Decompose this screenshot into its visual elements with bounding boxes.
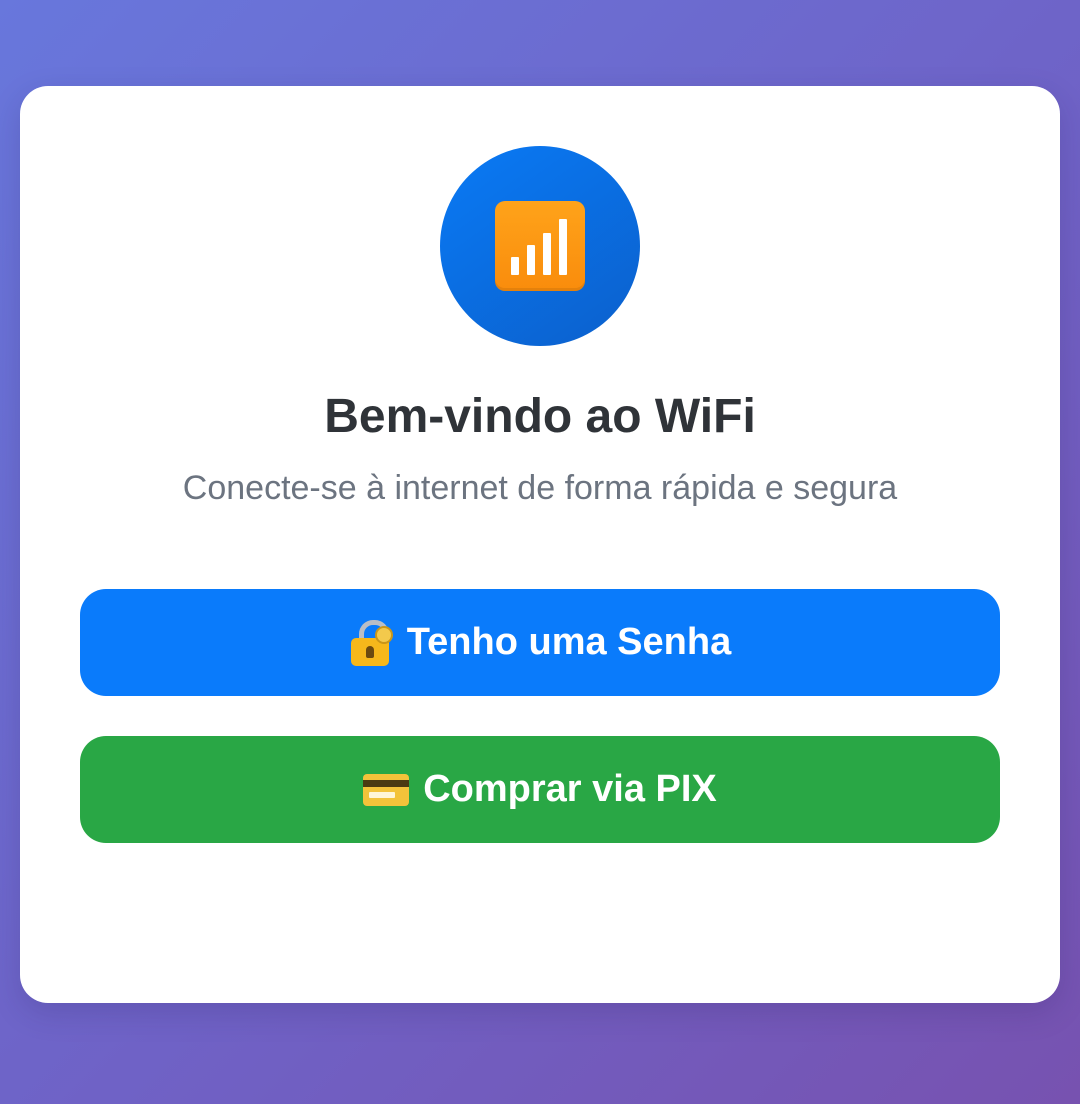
page-subtitle: Conecte-se à internet de forma rápida e … <box>182 469 898 507</box>
signal-bar <box>511 257 519 275</box>
buy-pix-button-label: Comprar via PIX <box>423 768 717 810</box>
page-title: Bem-vindo ao WiFi <box>324 390 756 443</box>
signal-bar <box>527 245 535 275</box>
buy-pix-button[interactable]: Comprar via PIX <box>80 736 1000 843</box>
credit-card-icon <box>363 773 410 806</box>
password-button[interactable]: Tenho uma Senha <box>80 589 1000 696</box>
signal-bar <box>543 233 551 275</box>
signal-bar <box>559 219 567 275</box>
welcome-card: Bem-vindo ao WiFi Conecte-se à internet … <box>20 86 1060 1003</box>
password-button-label: Tenho uma Senha <box>406 621 732 663</box>
signal-bars-icon <box>495 201 585 291</box>
lock-with-key-icon <box>349 619 393 666</box>
wifi-logo <box>440 146 640 346</box>
